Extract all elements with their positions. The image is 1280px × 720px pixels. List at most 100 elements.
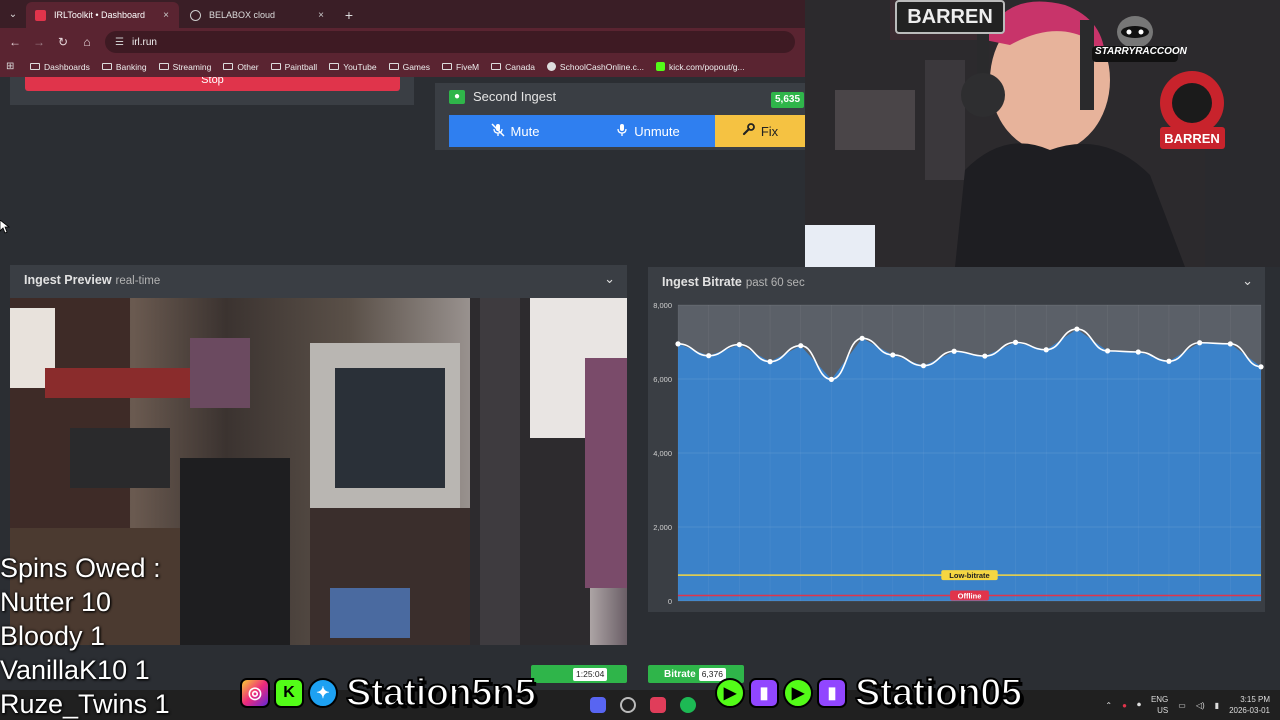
url-field[interactable]: ☰ irl.run xyxy=(105,31,795,53)
panel-title: Ingest Bitrate xyxy=(662,275,742,289)
bookmark-label: Other xyxy=(237,61,259,72)
new-tab-button[interactable]: + xyxy=(336,2,362,28)
bookmark-youtube[interactable]: YouTube xyxy=(329,62,377,72)
mouse-cursor-icon xyxy=(0,220,10,234)
language-code: ENG xyxy=(1150,695,1169,704)
kick-icon xyxy=(656,62,666,71)
starryraccoon-logo xyxy=(1090,8,1180,66)
discord-icon[interactable] xyxy=(590,697,606,713)
forward-icon[interactable]: → xyxy=(27,30,51,54)
network-icon[interactable]: ▭ xyxy=(1178,701,1186,710)
bookmark-label: Paintball xyxy=(284,61,318,72)
close-tab-icon[interactable]: × xyxy=(163,10,169,21)
ingest-action-buttons: Mute Unmute Fix xyxy=(449,115,805,147)
bookmark-schoolcash[interactable]: SchoolCashOnline.c... xyxy=(546,61,645,72)
unmute-button[interactable]: Unmute xyxy=(581,115,715,147)
bookmarks-bar: ⊞ Dashboards Banking Streaming Other Pai… xyxy=(0,56,805,77)
speaker-icon[interactable]: ◁) xyxy=(1196,701,1205,710)
spotify-icon[interactable] xyxy=(680,697,696,713)
stop-card: Stop xyxy=(10,77,414,105)
threshold-label: Low-bitrate xyxy=(949,571,989,580)
panel-subtitle: past 60 sec xyxy=(745,277,805,289)
screen: { "browser": { "tabs": [ {"label": "IRLT… xyxy=(0,0,1280,720)
tray-app-icon[interactable]: ● xyxy=(1122,701,1127,710)
folder-icon xyxy=(270,63,281,70)
bookmark-kick-popout[interactable]: kick.com/popout/g... xyxy=(656,62,745,72)
tab-label: IRLToolkit • Dashboard xyxy=(54,10,146,20)
barren-neon-text: BARREN xyxy=(907,6,993,28)
tab-search-icon[interactable]: ⌄ xyxy=(0,0,26,28)
uptime-status-pill: 1:25:04 xyxy=(531,665,627,683)
panel-subtitle: real-time xyxy=(115,275,161,287)
barren-neon-sign: BARREN xyxy=(895,0,1005,34)
bitrate-point xyxy=(1074,326,1080,332)
bitrate-point xyxy=(798,343,804,349)
twitch-icon: ▮ xyxy=(749,678,779,708)
ingest-bitrate-title: Ingest Bitrate past 60 sec xyxy=(662,275,805,289)
bitrate-point xyxy=(675,341,681,347)
y-tick-label: 6,000 xyxy=(653,375,672,384)
folder-icon xyxy=(442,63,452,70)
play-icon: ▶ xyxy=(783,678,813,708)
bitrate-point xyxy=(1197,340,1203,346)
collapse-chevron-icon[interactable]: ⌄ xyxy=(1242,273,1253,289)
bookmark-label: SchoolCashOnline.c... xyxy=(559,61,645,72)
bookmark-fivem[interactable]: FiveM xyxy=(442,62,479,72)
taskbar-pinned-apps xyxy=(590,697,696,713)
bitrate-point xyxy=(982,353,988,359)
reload-icon[interactable]: ↻ xyxy=(51,30,75,54)
microphone-off-icon xyxy=(491,122,505,140)
bookmark-label: Games xyxy=(402,61,430,72)
home-icon[interactable]: ⌂ xyxy=(75,30,99,54)
close-tab-icon[interactable]: × xyxy=(318,10,324,21)
bitrate-point xyxy=(1104,348,1111,354)
webcam-feed: STARRYRACCOON BARREN BARREN xyxy=(805,0,1280,267)
bookmark-games[interactable]: Games xyxy=(388,61,430,72)
bitrate-point xyxy=(890,352,896,358)
back-icon[interactable]: ← xyxy=(3,30,27,54)
stop-button[interactable]: Stop xyxy=(25,77,400,91)
bookmark-streaming[interactable]: Streaming xyxy=(158,62,211,72)
site-icon xyxy=(546,62,556,71)
obs-icon[interactable] xyxy=(620,697,636,713)
bitrate-point xyxy=(1166,358,1172,364)
taskbar-clock[interactable]: 3:15 PM 2026-03-01 xyxy=(1229,694,1270,716)
chevron-up-icon[interactable]: ⌃ xyxy=(1105,701,1112,710)
spins-owed-title: Spins Owed : xyxy=(0,553,161,583)
starryraccoon-logo-text: STARRYRACCOON xyxy=(1095,46,1187,57)
fix-button[interactable]: Fix xyxy=(715,115,805,147)
collapse-chevron-icon[interactable]: ⌄ xyxy=(604,271,615,287)
mute-button[interactable]: Mute xyxy=(449,115,581,147)
folder-icon xyxy=(158,63,169,70)
battery-icon[interactable]: ▮ xyxy=(1215,701,1219,710)
panel-title: Ingest Preview xyxy=(24,273,112,287)
windows-taskbar: ⌃ ● ⏺ ENG US ▭ ◁) ▮ 3:15 PM 2026-03-01 xyxy=(0,690,1280,720)
uptime-pill: 1:25:04 xyxy=(531,665,627,683)
site-info-icon[interactable]: ☰ xyxy=(115,37,124,48)
tab-irltoolkit[interactable]: IRLToolkit • Dashboard × xyxy=(26,2,179,28)
bookmark-dashboards[interactable]: Dashboards xyxy=(30,62,90,72)
bitrate-point xyxy=(920,363,927,369)
tab-label: BELABOX cloud xyxy=(209,10,276,20)
globe-icon xyxy=(190,10,201,21)
bookmark-canada[interactable]: Canada xyxy=(491,62,535,72)
tab-belabox[interactable]: BELABOX cloud × xyxy=(181,2,334,28)
bitrate-point xyxy=(1043,347,1049,353)
bookmark-paintball[interactable]: Paintball xyxy=(270,61,318,72)
browser-tab-bar: ⌄ IRLToolkit • Dashboard × BELABOX cloud… xyxy=(0,0,805,28)
clock-date: 2026-03-01 xyxy=(1229,706,1270,715)
raccoon-icon xyxy=(1092,16,1178,62)
apps-grid-icon[interactable]: ⊞ xyxy=(6,61,20,72)
language-indicator[interactable]: ENG US xyxy=(1151,694,1168,716)
bookmark-banking[interactable]: Banking xyxy=(101,62,147,72)
bitrate-point xyxy=(706,353,712,359)
bitrate-point xyxy=(767,359,773,365)
microphone-icon[interactable]: ⏺ xyxy=(1137,700,1141,710)
y-tick-label: 2,000 xyxy=(653,523,672,532)
y-tick-label: 4,000 xyxy=(653,449,672,458)
app-icon[interactable] xyxy=(650,697,666,713)
url-text: irl.run xyxy=(131,36,157,48)
bookmark-label: Canada xyxy=(505,61,535,72)
bookmark-other[interactable]: Other xyxy=(223,61,259,72)
spins-owed-item: VanillaK10 1 xyxy=(0,655,150,685)
